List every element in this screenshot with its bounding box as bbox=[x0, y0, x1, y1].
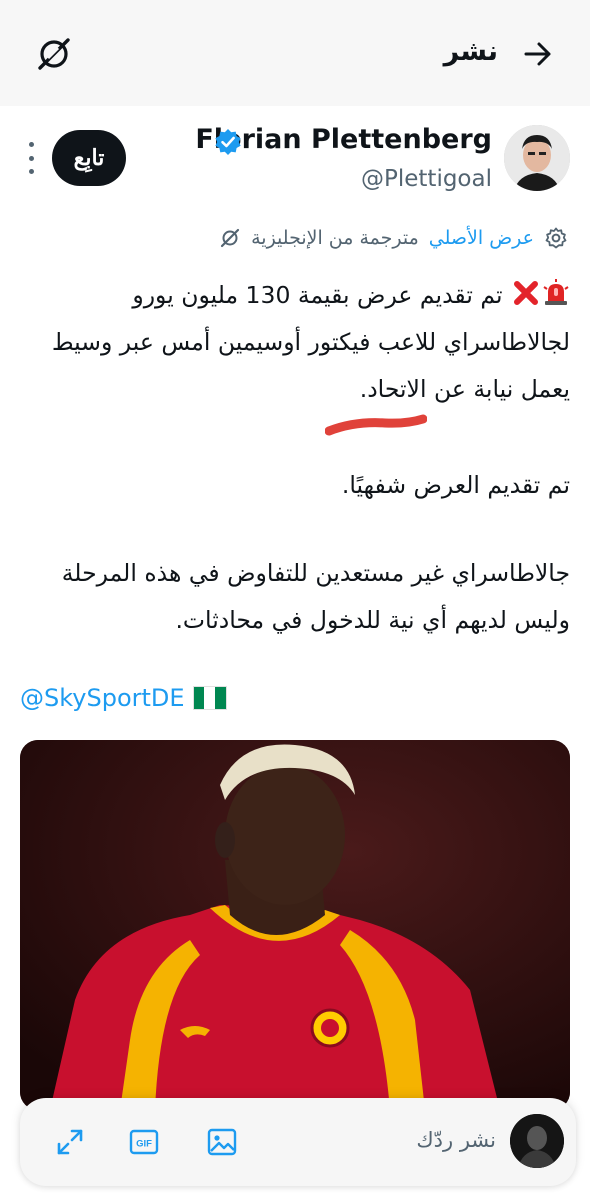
nigeria-flag-icon bbox=[192, 686, 227, 710]
grok-icon[interactable] bbox=[34, 34, 74, 74]
siren-emoji-icon bbox=[543, 279, 569, 305]
gif-label: GIF bbox=[136, 1139, 152, 1150]
tweet-text-2: تم تقديم العرض شفهيًا. bbox=[341, 471, 570, 499]
author-handle[interactable]: @Plettigoal bbox=[361, 166, 492, 192]
reply-composer-bar: نشر ردّك GIF bbox=[20, 1098, 576, 1186]
follow-button[interactable]: تابِع bbox=[52, 130, 126, 186]
user-avatar[interactable] bbox=[510, 1114, 564, 1168]
tweet-text-1: تم تقديم عرض بقيمة 130 مليون يورو لجالاط… bbox=[51, 281, 570, 403]
expand-icon[interactable] bbox=[54, 1126, 86, 1158]
tweet-paragraph: تم تقديم عرض بقيمة 130 مليون يورو لجالاط… bbox=[16, 272, 570, 413]
reply-input[interactable]: نشر ردّك bbox=[416, 1128, 496, 1152]
arrow-right-icon[interactable] bbox=[522, 38, 554, 70]
mention-row: @SkySportDE bbox=[20, 676, 227, 720]
tweet-text-3: جالاطاسراي غير مستعدين للتفاوض في هذه ال… bbox=[61, 559, 570, 634]
author-avatar[interactable] bbox=[504, 125, 570, 191]
top-bar: نشر bbox=[0, 0, 590, 106]
gif-icon[interactable]: GIF bbox=[128, 1126, 160, 1158]
image-icon[interactable] bbox=[206, 1126, 238, 1158]
tweet-image[interactable] bbox=[20, 740, 570, 1110]
more-options-icon[interactable] bbox=[24, 142, 38, 174]
mention-link[interactable]: @SkySportDE bbox=[20, 684, 185, 712]
page-title: نشر bbox=[443, 36, 498, 67]
cross-mark-emoji-icon bbox=[514, 281, 538, 305]
red-scribble-underline bbox=[325, 414, 427, 436]
translation-label: مترجمة من الإنجليزية bbox=[251, 227, 419, 249]
translation-row: مترجمة من الإنجليزية عرض الأصلي bbox=[219, 222, 568, 254]
grok-translate-icon bbox=[220, 228, 240, 248]
verified-badge-icon bbox=[215, 129, 241, 155]
gear-icon[interactable] bbox=[544, 226, 568, 250]
show-original-link[interactable]: عرض الأصلي bbox=[429, 227, 534, 249]
